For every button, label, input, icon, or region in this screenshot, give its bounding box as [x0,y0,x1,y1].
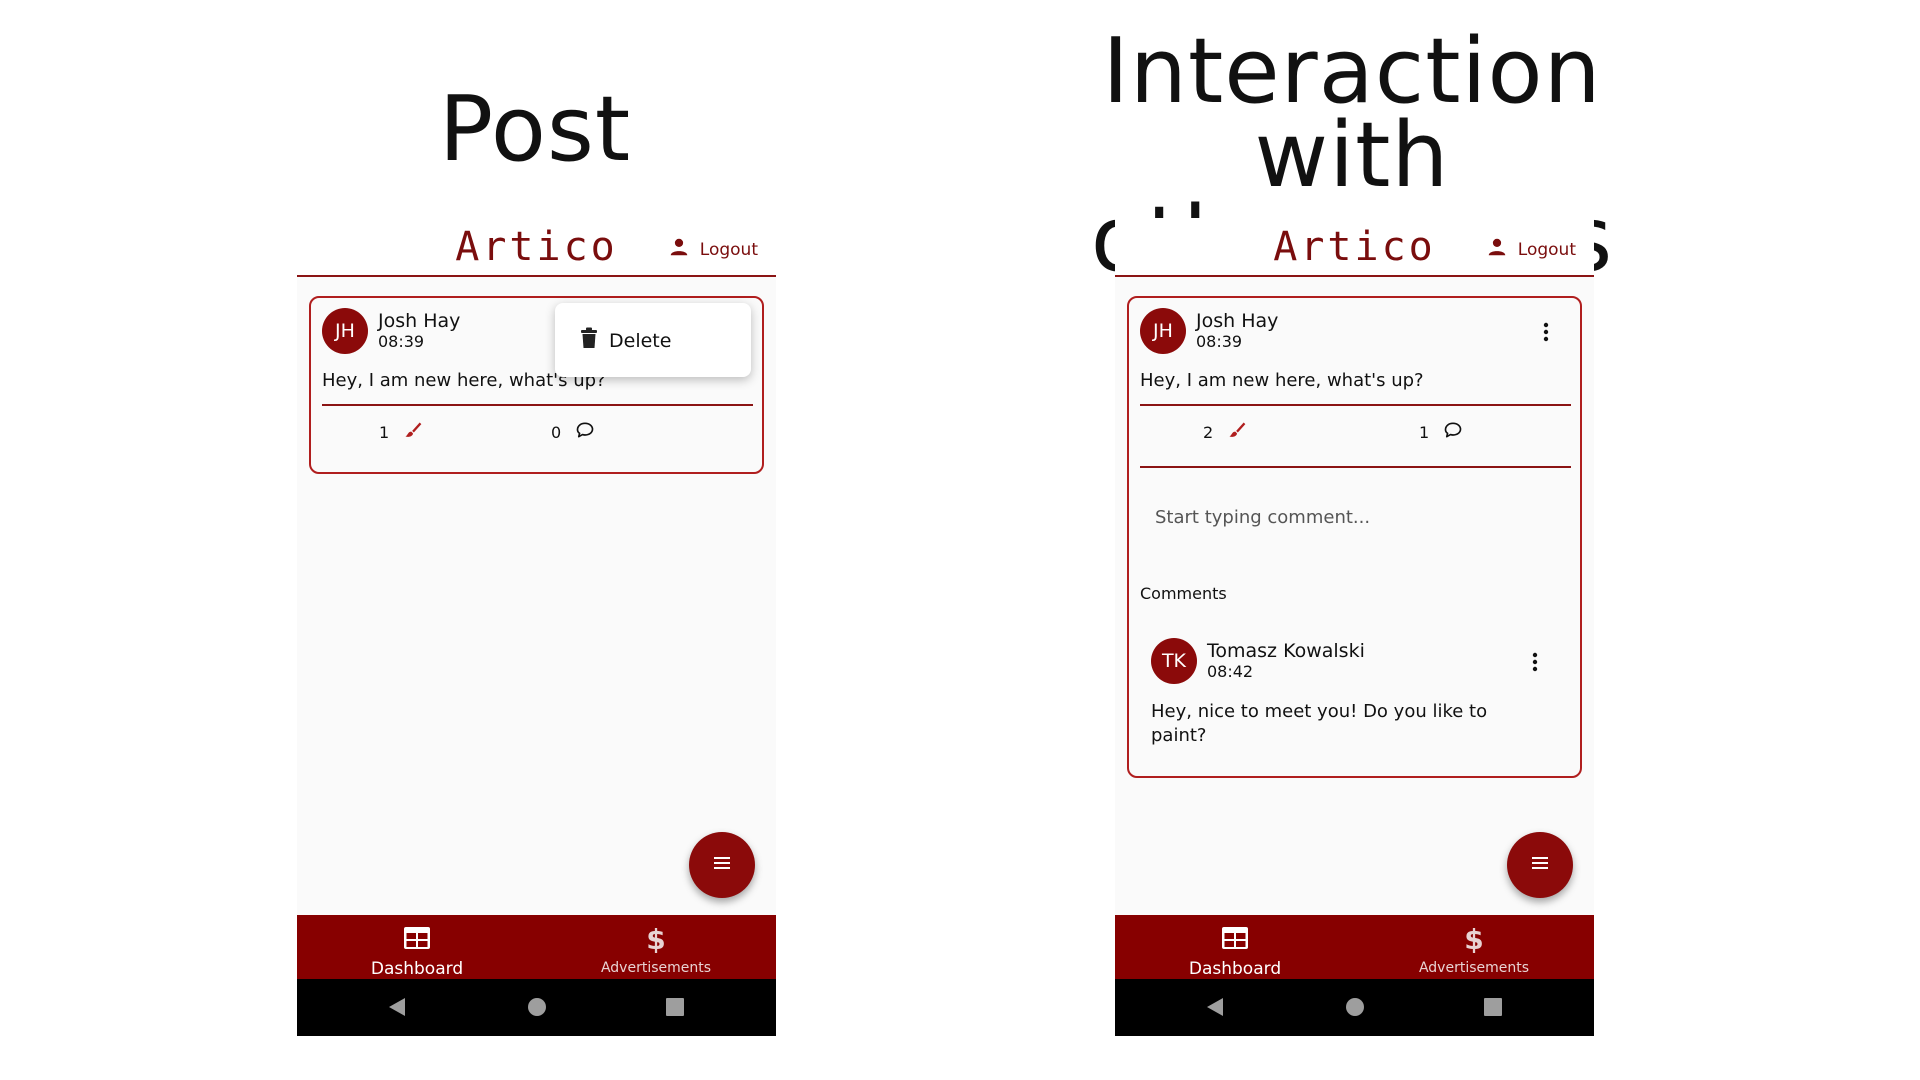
comment-input[interactable] [1153,506,1557,529]
delete-label: Delete [609,329,672,352]
nav-dashboard[interactable]: Dashboard [317,923,517,979]
comment-text: Hey, nice to meet you! Do you like to pa… [1151,701,1488,746]
avatar[interactable]: TK [1151,638,1197,684]
menu-fab-button[interactable] [1507,832,1573,898]
comment-meta: Tomasz Kowalski 08:42 [1207,640,1365,682]
nav-advertisements-label: Advertisements [1418,960,1530,976]
post-time: 08:39 [378,332,425,351]
comment-bubble-icon [575,420,595,444]
author-name: Josh Hay [378,310,461,332]
table-icon [1220,923,1250,957]
comment-header: TK Tomasz Kowalski 08:42 [1151,638,1365,684]
logout-button[interactable]: Logout [668,236,758,263]
paintbrush-icon [1227,420,1247,444]
bottom-navigation: Dashboard $ Advertisements [297,915,776,979]
like-counter[interactable]: 1 [379,420,423,444]
person-icon [668,236,690,263]
nav-advertisements[interactable]: $ Advertisements [1374,923,1574,976]
comment-author-name: Tomasz Kowalski [1207,640,1365,662]
trash-icon [579,327,599,354]
comment-bubble-icon [1443,420,1463,444]
bottom-navigation: Dashboard $ Advertisements [1115,915,1594,979]
avatar[interactable]: JH [322,308,368,354]
table-icon [402,923,432,957]
comments-section-label: Comments [1140,584,1227,603]
home-icon[interactable] [1343,995,1367,1019]
comment-count: 1 [1419,422,1430,442]
slide: Post Interaction with other users Artico… [0,0,1920,1080]
person-icon [1486,236,1508,263]
post-card: JH Josh Hay 08:39 Hey, I am new here, wh… [1127,296,1582,778]
divider [1140,404,1571,406]
back-icon[interactable] [1203,995,1227,1019]
dollar-icon: $ [1459,923,1489,957]
svg-text:$: $ [646,923,665,953]
post-text: Hey, I am new here, what's up? [1140,370,1424,391]
menu-icon [710,851,734,879]
system-navigation-bar [297,979,776,1036]
post-heading: Post [296,85,774,175]
nav-dashboard-label: Dashboard [1188,959,1282,979]
recents-icon[interactable] [663,995,687,1019]
more-vert-icon [1523,652,1547,678]
delete-menu-item[interactable]: Delete [579,327,671,354]
app-bar: Artico Logout [1115,218,1594,277]
system-navigation-bar [1115,979,1594,1036]
svg-text:$: $ [1464,923,1483,953]
more-vert-icon [1534,322,1558,348]
interaction-heading-line1: Interaction with [1102,19,1602,208]
nav-advertisements[interactable]: $ Advertisements [556,923,756,976]
phone-screen-post: Artico Logout JH Josh Hay 08:39 Hey, I a… [297,218,776,1036]
logout-label: Logout [699,239,758,260]
comment-counter[interactable]: 0 [551,420,595,444]
post-more-options-button[interactable] [1534,320,1558,344]
comment-count: 0 [551,422,562,442]
comment-counter[interactable]: 1 [1419,420,1463,444]
divider [322,404,753,406]
phone-screen-interaction: Artico Logout JH Josh Hay 08:39 Hey, I a… [1115,218,1594,1036]
home-icon[interactable] [525,995,549,1019]
comment-more-options-button[interactable] [1523,650,1547,674]
divider [1140,466,1571,468]
post-header: JH Josh Hay 08:39 [1140,308,1278,354]
dollar-icon: $ [641,923,671,957]
like-count: 2 [1203,422,1214,442]
post-meta: Josh Hay 08:39 [1196,310,1278,352]
paintbrush-icon [403,420,423,444]
nav-dashboard[interactable]: Dashboard [1135,923,1335,979]
post-options-menu: Delete [555,303,751,377]
recents-icon[interactable] [1481,995,1505,1019]
like-counter[interactable]: 2 [1203,420,1247,444]
post-time: 08:39 [1196,332,1243,351]
menu-icon [1528,851,1552,879]
logout-label: Logout [1517,239,1576,260]
nav-advertisements-label: Advertisements [600,960,712,976]
back-icon[interactable] [385,995,409,1019]
app-bar: Artico Logout [297,218,776,277]
comment-time: 08:42 [1207,662,1254,681]
avatar[interactable]: JH [1140,308,1186,354]
post-meta: Josh Hay 08:39 [378,310,460,352]
post-heading-text: Post [438,77,632,182]
post-header: JH Josh Hay 08:39 [322,308,460,354]
like-count: 1 [379,422,390,442]
menu-fab-button[interactable] [689,832,755,898]
nav-dashboard-label: Dashboard [370,959,464,979]
author-name: Josh Hay [1196,310,1279,332]
logout-button[interactable]: Logout [1486,236,1576,263]
